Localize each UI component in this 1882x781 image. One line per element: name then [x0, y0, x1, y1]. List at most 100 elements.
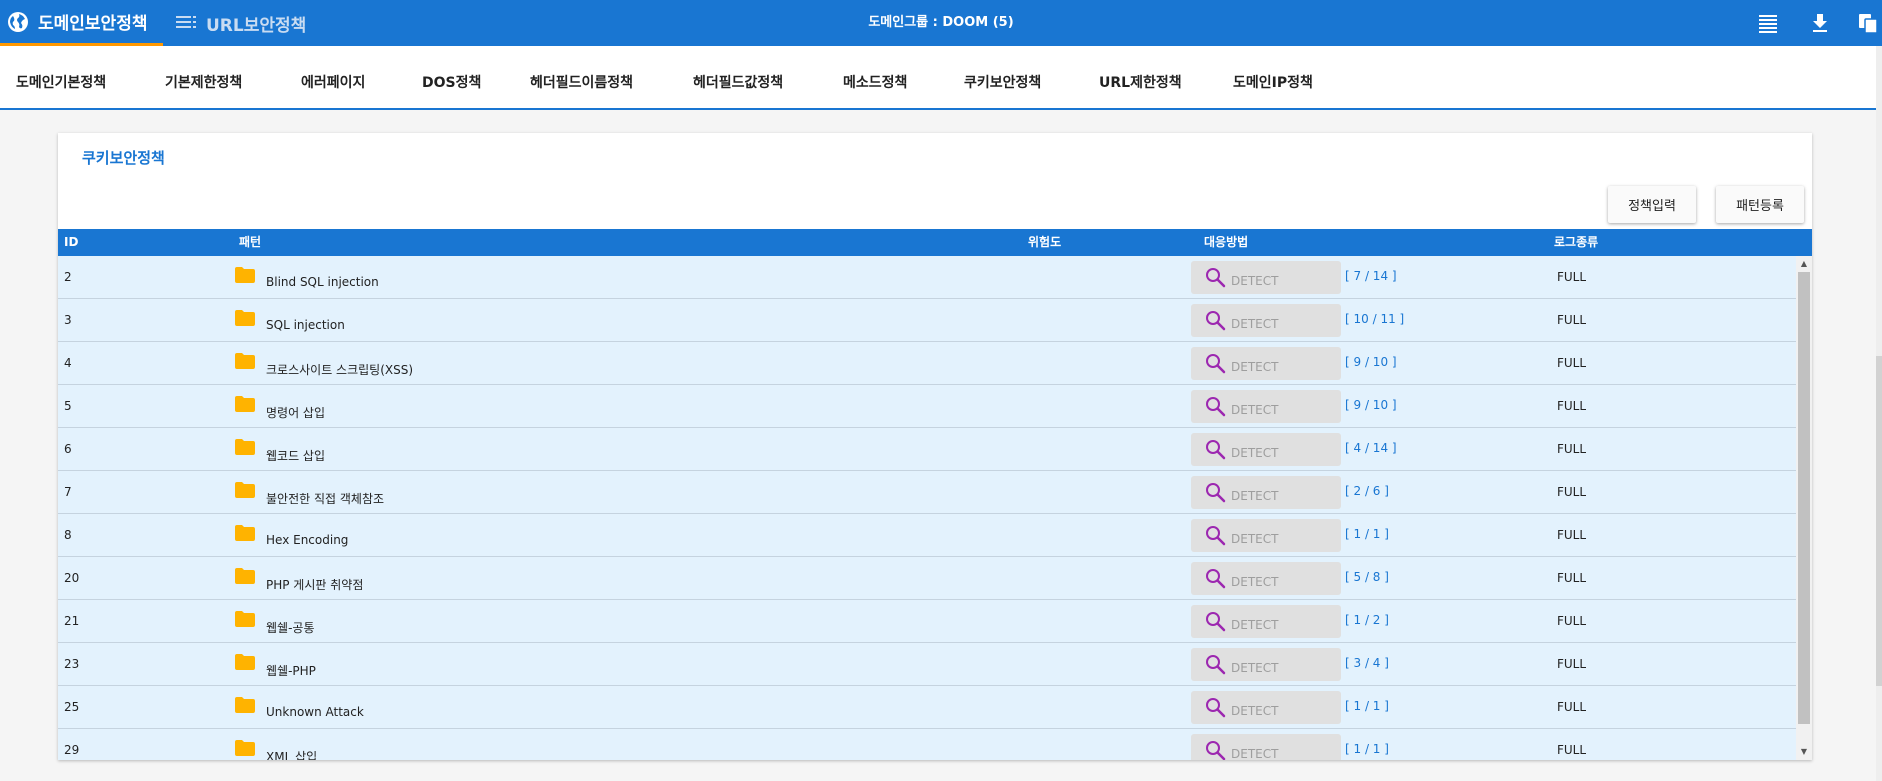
tab-label: URL보안정책 [206, 15, 307, 36]
row-pattern[interactable]: Blind SQL injection [266, 275, 379, 289]
subnav-domain-ip[interactable]: 도메인IP정책 [1233, 46, 1313, 108]
action-detect-button[interactable]: DETECT [1191, 476, 1341, 509]
table-row[interactable]: 2 Blind SQL injection DETECT [ 7 / 14 ] … [58, 256, 1796, 299]
subnav-cookie-security[interactable]: 쿠키보안정책 [964, 46, 1041, 108]
scroll-up-arrow-icon[interactable]: ▲ [1796, 256, 1812, 272]
folder-icon [235, 353, 255, 369]
magnifier-icon [1206, 526, 1226, 546]
subnav-dos[interactable]: DOS정책 [422, 46, 481, 108]
row-count-link[interactable]: [ 10 / 11 ] [1345, 312, 1404, 326]
page-scrollbar[interactable] [1876, 46, 1882, 781]
row-pattern[interactable]: 크로스사이트 스크립팅(XSS) [266, 361, 413, 378]
magnifier-icon [1206, 612, 1226, 632]
table-row[interactable]: 21 웹쉘-공통 DETECT [ 1 / 2 ] FULL [58, 600, 1796, 643]
folder-icon [235, 697, 255, 713]
row-count-link[interactable]: [ 7 / 14 ] [1345, 269, 1397, 283]
row-count-link[interactable]: [ 1 / 1 ] [1345, 742, 1389, 756]
row-id: 8 [64, 528, 72, 542]
row-log-type: FULL [1557, 442, 1587, 456]
list-view-icon[interactable] [1756, 11, 1780, 35]
row-pattern[interactable]: PHP 게시판 취약점 [266, 576, 363, 593]
action-detect-button[interactable]: DETECT [1191, 304, 1341, 337]
subnav-method[interactable]: 메소드정책 [843, 46, 907, 108]
table-row[interactable]: 5 명령어 삽입 DETECT [ 9 / 10 ] FULL [58, 385, 1796, 428]
header-id[interactable]: ID [64, 229, 78, 256]
row-pattern[interactable]: 웹코드 삽입 [266, 447, 325, 464]
action-detect-button[interactable]: DETECT [1191, 347, 1341, 380]
action-detect-button[interactable]: DETECT [1191, 519, 1341, 552]
row-count-link[interactable]: [ 1 / 1 ] [1345, 699, 1389, 713]
folder-icon [235, 310, 255, 326]
subnav-url-restriction[interactable]: URL제한정책 [1099, 46, 1182, 108]
scroll-thumb[interactable] [1798, 272, 1810, 724]
row-pattern[interactable]: Unknown Attack [266, 705, 364, 719]
table-row[interactable]: 4 크로스사이트 스크립팅(XSS) DETECT [ 9 / 10 ] FUL… [58, 342, 1796, 385]
row-log-type: FULL [1557, 700, 1587, 714]
folder-icon [235, 525, 255, 541]
row-count-link[interactable]: [ 4 / 14 ] [1345, 441, 1397, 455]
row-pattern[interactable]: XML 삽입 [266, 748, 317, 760]
row-pattern[interactable]: 웹쉘-공통 [266, 619, 315, 636]
action-detect-button[interactable]: DETECT [1191, 691, 1341, 724]
row-count-link[interactable]: [ 3 / 4 ] [1345, 656, 1389, 670]
action-label: DETECT [1231, 704, 1279, 718]
table-row[interactable]: 3 SQL injection DETECT [ 10 / 11 ] FULL [58, 299, 1796, 342]
action-detect-button[interactable]: DETECT [1191, 605, 1341, 638]
action-detect-button[interactable]: DETECT [1191, 433, 1341, 466]
tab-url-security-policy[interactable]: URL보안정책 [176, 0, 306, 46]
download-icon[interactable] [1808, 11, 1832, 35]
row-id: 5 [64, 399, 72, 413]
row-count-link[interactable]: [ 9 / 10 ] [1345, 398, 1397, 412]
table-row[interactable]: 8 Hex Encoding DETECT [ 1 / 1 ] FULL [58, 514, 1796, 557]
row-id: 29 [64, 743, 80, 757]
table-row[interactable]: 20 PHP 게시판 취약점 DETECT [ 5 / 8 ] FULL [58, 557, 1796, 600]
table-row[interactable]: 7 불안전한 직접 객체참조 DETECT [ 2 / 6 ] FULL [58, 471, 1796, 514]
subnav-header-field-name[interactable]: 헤더필드이름정책 [530, 46, 633, 108]
table-row[interactable]: 6 웹코드 삽입 DETECT [ 4 / 14 ] FULL [58, 428, 1796, 471]
action-detect-button[interactable]: DETECT [1191, 562, 1341, 595]
row-count-link[interactable]: [ 1 / 2 ] [1345, 613, 1389, 627]
subnav-header-field-value[interactable]: 헤더필드값정책 [693, 46, 783, 108]
header-action[interactable]: 대응방법 [1204, 229, 1248, 256]
table-header: ID 패턴 위험도 대응방법 로그종류 [58, 229, 1812, 256]
subnav-error-page[interactable]: 에러페이지 [301, 46, 365, 108]
row-pattern[interactable]: SQL injection [266, 318, 345, 332]
table-row[interactable]: 23 웹쉘-PHP DETECT [ 3 / 4 ] FULL [58, 643, 1796, 686]
magnifier-icon [1206, 268, 1226, 288]
row-count-link[interactable]: [ 5 / 8 ] [1345, 570, 1389, 584]
subnav-domain-basic[interactable]: 도메인기본정책 [16, 46, 106, 108]
table-row[interactable]: 25 Unknown Attack DETECT [ 1 / 1 ] FULL [58, 686, 1796, 729]
copy-icon[interactable] [1856, 11, 1880, 35]
pattern-register-button[interactable]: 패턴등록 [1716, 186, 1804, 223]
magnifier-icon [1206, 483, 1226, 503]
row-pattern[interactable]: 불안전한 직접 객체참조 [266, 490, 384, 507]
table-row[interactable]: 29 XML 삽입 DETECT [ 1 / 1 ] FULL [58, 729, 1796, 760]
header-log[interactable]: 로그종류 [1554, 229, 1598, 256]
tab-domain-security-policy[interactable]: 도메인보안정책 [0, 0, 163, 46]
row-log-type: FULL [1557, 657, 1587, 671]
row-pattern[interactable]: 명령어 삽입 [266, 404, 325, 421]
action-detect-button[interactable]: DETECT [1191, 390, 1341, 423]
action-detect-button[interactable]: DETECT [1191, 648, 1341, 681]
table-body: 2 Blind SQL injection DETECT [ 7 / 14 ] … [58, 256, 1796, 760]
cookie-policy-card: 쿠키보안정책 정책입력 패턴등록 ID 패턴 위험도 대응방법 로그종류 2 B… [58, 133, 1812, 760]
magnifier-icon [1206, 354, 1226, 374]
row-count-link[interactable]: [ 1 / 1 ] [1345, 527, 1389, 541]
row-log-type: FULL [1557, 270, 1587, 284]
subnav-basic-restriction[interactable]: 기본제한정책 [165, 46, 242, 108]
row-count-link[interactable]: [ 2 / 6 ] [1345, 484, 1389, 498]
action-label: DETECT [1231, 489, 1279, 503]
row-pattern[interactable]: Hex Encoding [266, 533, 348, 547]
table-scrollbar[interactable]: ▲ ▼ [1796, 256, 1812, 760]
action-label: DETECT [1231, 274, 1279, 288]
policy-input-button[interactable]: 정책입력 [1608, 186, 1696, 223]
action-label: DETECT [1231, 360, 1279, 374]
header-risk[interactable]: 위험도 [1028, 229, 1061, 256]
row-pattern[interactable]: 웹쉘-PHP [266, 662, 316, 679]
action-detect-button[interactable]: DETECT [1191, 734, 1341, 760]
page-scroll-thumb[interactable] [1876, 356, 1882, 686]
scroll-down-arrow-icon[interactable]: ▼ [1796, 744, 1812, 760]
header-pattern[interactable]: 패턴 [239, 229, 261, 256]
row-count-link[interactable]: [ 9 / 10 ] [1345, 355, 1397, 369]
action-detect-button[interactable]: DETECT [1191, 261, 1341, 294]
